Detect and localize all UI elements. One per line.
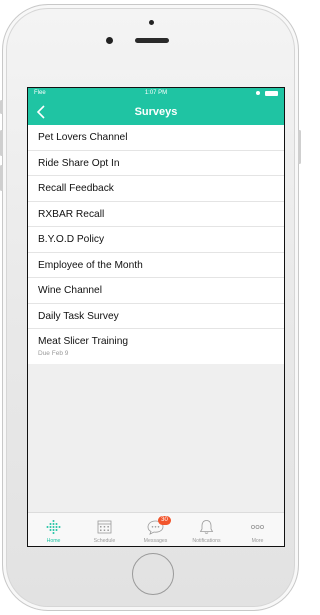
volume-up-button <box>0 130 3 156</box>
tab-messages[interactable]: 30 Messages <box>130 513 181 546</box>
mute-switch <box>0 100 3 114</box>
survey-item[interactable]: Wine Channel <box>28 278 284 304</box>
volume-down-button <box>0 165 3 191</box>
survey-item[interactable]: Pet Lovers Channel <box>28 125 284 151</box>
survey-item[interactable]: B.Y.O.D Policy <box>28 227 284 253</box>
survey-item-label: Wine Channel <box>38 285 102 296</box>
unread-badge: 30 <box>158 516 171 525</box>
status-bar: Flee 1:07 PM <box>28 88 284 100</box>
survey-item-label: Daily Task Survey <box>38 310 119 322</box>
survey-item-label: Pet Lovers Channel <box>38 132 128 143</box>
survey-item[interactable]: Recall Feedback <box>28 176 284 202</box>
tab-label: Notifications <box>192 538 221 544</box>
tab-schedule[interactable]: Schedule <box>79 513 130 546</box>
calendar-icon <box>97 520 112 534</box>
tab-label: More <box>251 538 264 544</box>
tab-home[interactable]: Home <box>28 513 79 546</box>
tab-notifications[interactable]: Notifications <box>181 513 232 546</box>
bluetooth-icon <box>256 91 260 95</box>
tab-label: Messages <box>143 538 168 544</box>
power-button <box>298 130 301 164</box>
survey-due-date: Due Feb 9 <box>38 350 69 357</box>
tab-more[interactable]: More <box>232 513 283 546</box>
tab-label: Schedule <box>93 538 116 544</box>
more-dots-icon <box>251 525 264 530</box>
survey-item-label: RXBAR Recall <box>38 208 105 220</box>
survey-item-label: B.Y.O.D Policy <box>38 234 105 245</box>
survey-item[interactable]: Daily Task Survey <box>28 304 284 329</box>
tab-bar: Home Schedule 30 Messages Notifications … <box>28 512 284 546</box>
app-screen: Flee 1:07 PM Surveys Pet Lovers Channel … <box>27 87 285 547</box>
front-camera <box>106 37 113 44</box>
earpiece-speaker <box>135 38 169 43</box>
survey-item[interactable]: Meat Slicer Training Due Feb 9 <box>28 329 284 364</box>
survey-item[interactable]: RXBAR Recall <box>28 202 284 227</box>
survey-list: Pet Lovers Channel Ride Share Opt In Rec… <box>28 125 284 364</box>
camera-sensor <box>149 20 154 25</box>
tab-label: Home <box>46 538 61 544</box>
survey-item-label: Meat Slicer Training <box>38 336 129 347</box>
battery-icon <box>265 91 278 96</box>
survey-item[interactable]: Employee of the Month <box>28 253 284 278</box>
survey-item[interactable]: Ride Share Opt In <box>28 151 284 176</box>
navigation-bar: Surveys <box>28 100 284 125</box>
bell-icon <box>199 520 214 534</box>
survey-item-label: Recall Feedback <box>38 183 114 194</box>
page-title: Surveys <box>134 106 178 118</box>
survey-item-label: Ride Share Opt In <box>38 157 120 169</box>
home-dots-icon <box>46 520 61 534</box>
status-time: 1:07 PM <box>144 90 168 96</box>
home-button[interactable] <box>132 553 174 595</box>
survey-item-label: Employee of the Month <box>38 259 143 271</box>
